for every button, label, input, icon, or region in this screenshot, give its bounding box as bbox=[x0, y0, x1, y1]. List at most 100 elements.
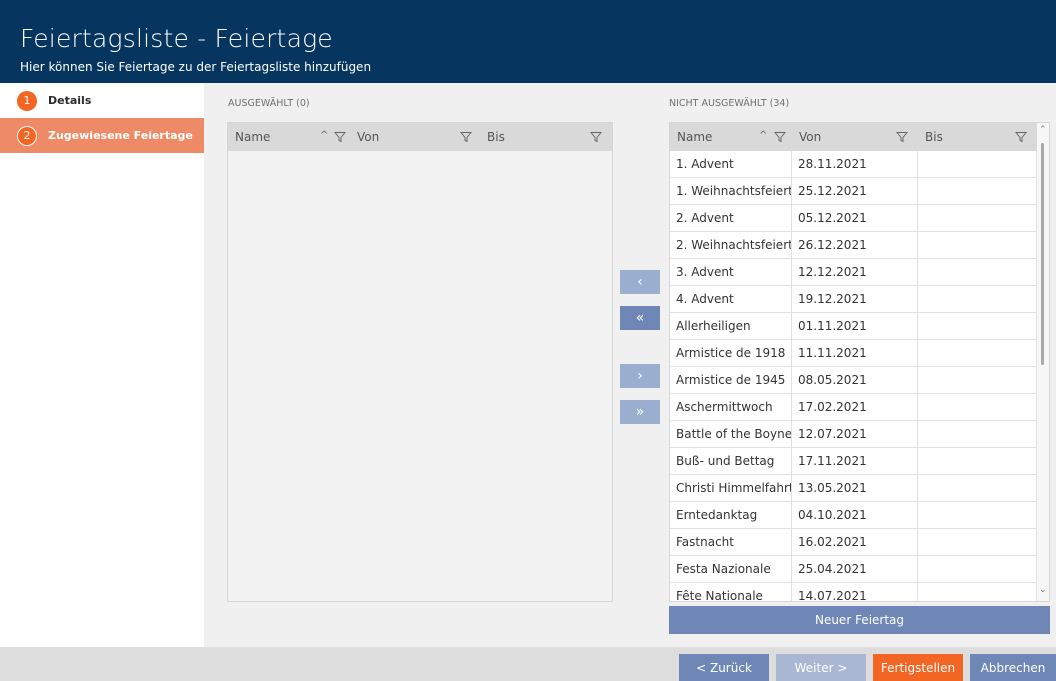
move-all-right-button[interactable]: » bbox=[620, 400, 660, 424]
cell-bis bbox=[918, 286, 1037, 312]
cell-von: 01.11.2021 bbox=[792, 313, 918, 339]
finish-button[interactable]: Fertigstellen bbox=[873, 654, 963, 681]
cell-von: 16.02.2021 bbox=[792, 529, 918, 555]
move-all-left-button[interactable]: « bbox=[620, 306, 660, 330]
unselected-table[interactable]: Name ^ Von Bis 1. Advent 28.11.2021 1. Wei… bbox=[669, 122, 1050, 602]
table-row[interactable]: Battle of the Boyne Da12.07.2021 bbox=[670, 421, 1037, 448]
selected-table[interactable]: Name ^ Von Bis bbox=[227, 122, 613, 602]
cell-name: 4. Advent bbox=[670, 286, 792, 312]
cell-bis bbox=[918, 502, 1037, 528]
cell-name: Armistice de 1945 bbox=[670, 367, 792, 393]
filter-icon[interactable] bbox=[460, 131, 472, 143]
column-header-name[interactable]: Name ^ bbox=[228, 123, 350, 151]
back-button[interactable]: < Zurück bbox=[679, 654, 769, 681]
step-zugewiesene-feiertage[interactable]: 2 Zugewiesene Feiertage bbox=[0, 118, 212, 153]
filter-icon[interactable] bbox=[1015, 131, 1027, 143]
cell-name: Erntedanktag bbox=[670, 502, 792, 528]
cell-bis bbox=[918, 475, 1037, 501]
next-button[interactable]: Weiter > bbox=[776, 654, 866, 681]
cell-name: Buß- und Bettag bbox=[670, 448, 792, 474]
cell-name: Fête Nationale bbox=[670, 583, 792, 601]
cell-name: Fastnacht bbox=[670, 529, 792, 555]
column-label: Name bbox=[677, 130, 713, 144]
scrollbar[interactable]: ⌃ ⌄ bbox=[1037, 123, 1049, 601]
column-label: Bis bbox=[487, 130, 505, 144]
cell-bis bbox=[918, 151, 1037, 177]
table-row[interactable]: 2. Weihnachtsfeiertag26.12.2021 bbox=[670, 232, 1037, 259]
table-row[interactable]: Buß- und Bettag 17.11.2021 bbox=[670, 448, 1037, 475]
selected-list-label: AUSGEWÄHLT (0) bbox=[228, 98, 310, 109]
table-row[interactable]: 1. Weihnachtsfeiertag25.12.2021 bbox=[670, 178, 1037, 205]
scroll-up-icon[interactable]: ⌃ bbox=[1039, 125, 1047, 135]
cell-bis bbox=[918, 232, 1037, 258]
table-row[interactable]: Erntedanktag 04.10.2021 bbox=[670, 502, 1037, 529]
cancel-button[interactable]: Abbrechen bbox=[970, 654, 1056, 681]
table-row[interactable]: Aschermittwoch 17.02.2021 bbox=[670, 394, 1037, 421]
cell-von: 04.10.2021 bbox=[792, 502, 918, 528]
table-header: Name ^ Von Bis bbox=[228, 123, 612, 151]
cell-name: 2. Weihnachtsfeiertag bbox=[670, 232, 792, 258]
move-left-button[interactable]: ‹ bbox=[620, 270, 660, 294]
table-row[interactable]: Festa Nazionale 25.04.2021 bbox=[670, 556, 1037, 583]
move-right-button[interactable]: › bbox=[620, 364, 660, 388]
cell-name: 1. Weihnachtsfeiertag bbox=[670, 178, 792, 204]
cell-name: Armistice de 1918 bbox=[670, 340, 792, 366]
cell-von: 17.11.2021 bbox=[792, 448, 918, 474]
cell-bis bbox=[918, 583, 1037, 601]
sort-ascending-icon[interactable]: ^ bbox=[320, 130, 328, 141]
scroll-down-icon[interactable]: ⌄ bbox=[1039, 585, 1047, 595]
cell-von: 11.11.2021 bbox=[792, 340, 918, 366]
cell-von: 25.04.2021 bbox=[792, 556, 918, 582]
table-row[interactable]: Armistice de 1918 11.11.2021 bbox=[670, 340, 1037, 367]
cell-name: Aschermittwoch bbox=[670, 394, 792, 420]
column-header-von[interactable]: Von bbox=[350, 123, 480, 151]
step-number: 2 bbox=[17, 125, 37, 146]
cell-name: 1. Advent bbox=[670, 151, 792, 177]
step-label: Details bbox=[48, 94, 92, 107]
cell-name: Battle of the Boyne Da bbox=[670, 421, 792, 447]
column-header-bis[interactable]: Bis bbox=[918, 123, 1037, 151]
cell-bis bbox=[918, 448, 1037, 474]
cell-bis bbox=[918, 259, 1037, 285]
table-row[interactable]: Christi Himmelfahrt 13.05.2021 bbox=[670, 475, 1037, 502]
cell-von: 12.07.2021 bbox=[792, 421, 918, 447]
wizard-header: Feiertagsliste - Feiertage Hier können S… bbox=[0, 0, 1056, 83]
cell-bis bbox=[918, 529, 1037, 555]
cell-von: 08.05.2021 bbox=[792, 367, 918, 393]
filter-icon[interactable] bbox=[896, 131, 908, 143]
table-row[interactable]: 1. Advent 28.11.2021 bbox=[670, 151, 1037, 178]
scrollbar-thumb[interactable] bbox=[1041, 143, 1044, 365]
cell-bis bbox=[918, 367, 1037, 393]
cell-von: 26.12.2021 bbox=[792, 232, 918, 258]
table-row[interactable]: 3. Advent 12.12.2021 bbox=[670, 259, 1037, 286]
cell-bis bbox=[918, 421, 1037, 447]
column-header-name[interactable]: Name ^ bbox=[670, 123, 792, 151]
wizard-steps: 1 Details 2 Zugewiesene Feiertage bbox=[0, 83, 212, 647]
table-row[interactable]: Armistice de 1945 08.05.2021 bbox=[670, 367, 1037, 394]
step-label: Zugewiesene Feiertage bbox=[48, 129, 193, 142]
column-header-bis[interactable]: Bis bbox=[480, 123, 612, 151]
step-number: 1 bbox=[17, 90, 37, 111]
cell-name: 2. Advent bbox=[670, 205, 792, 231]
column-header-von[interactable]: Von bbox=[792, 123, 918, 151]
cell-bis bbox=[918, 313, 1037, 339]
cell-name: Festa Nazionale bbox=[670, 556, 792, 582]
column-label: Bis bbox=[925, 130, 943, 144]
sort-ascending-icon[interactable]: ^ bbox=[759, 130, 767, 141]
table-body: 1. Advent28.11.20211. Weihnachtsfeiertag… bbox=[670, 151, 1037, 601]
cell-von: 12.12.2021 bbox=[792, 259, 918, 285]
table-row[interactable]: Fête Nationale 14.07.2021 bbox=[670, 583, 1037, 601]
cell-von: 28.11.2021 bbox=[792, 151, 918, 177]
column-label: Name bbox=[235, 130, 271, 144]
table-row[interactable]: 4. Advent 19.12.2021 bbox=[670, 286, 1037, 313]
new-holiday-button[interactable]: Neuer Feiertag bbox=[669, 606, 1050, 634]
filter-icon[interactable] bbox=[590, 131, 602, 143]
step-details[interactable]: 1 Details bbox=[0, 83, 204, 118]
filter-icon[interactable] bbox=[774, 131, 786, 143]
table-header: Name ^ Von Bis bbox=[670, 123, 1037, 151]
column-label: Von bbox=[799, 130, 822, 144]
table-row[interactable]: 2. Advent 05.12.2021 bbox=[670, 205, 1037, 232]
filter-icon[interactable] bbox=[334, 131, 346, 143]
table-row[interactable]: Allerheiligen 01.11.2021 bbox=[670, 313, 1037, 340]
table-row[interactable]: Fastnacht 16.02.2021 bbox=[670, 529, 1037, 556]
